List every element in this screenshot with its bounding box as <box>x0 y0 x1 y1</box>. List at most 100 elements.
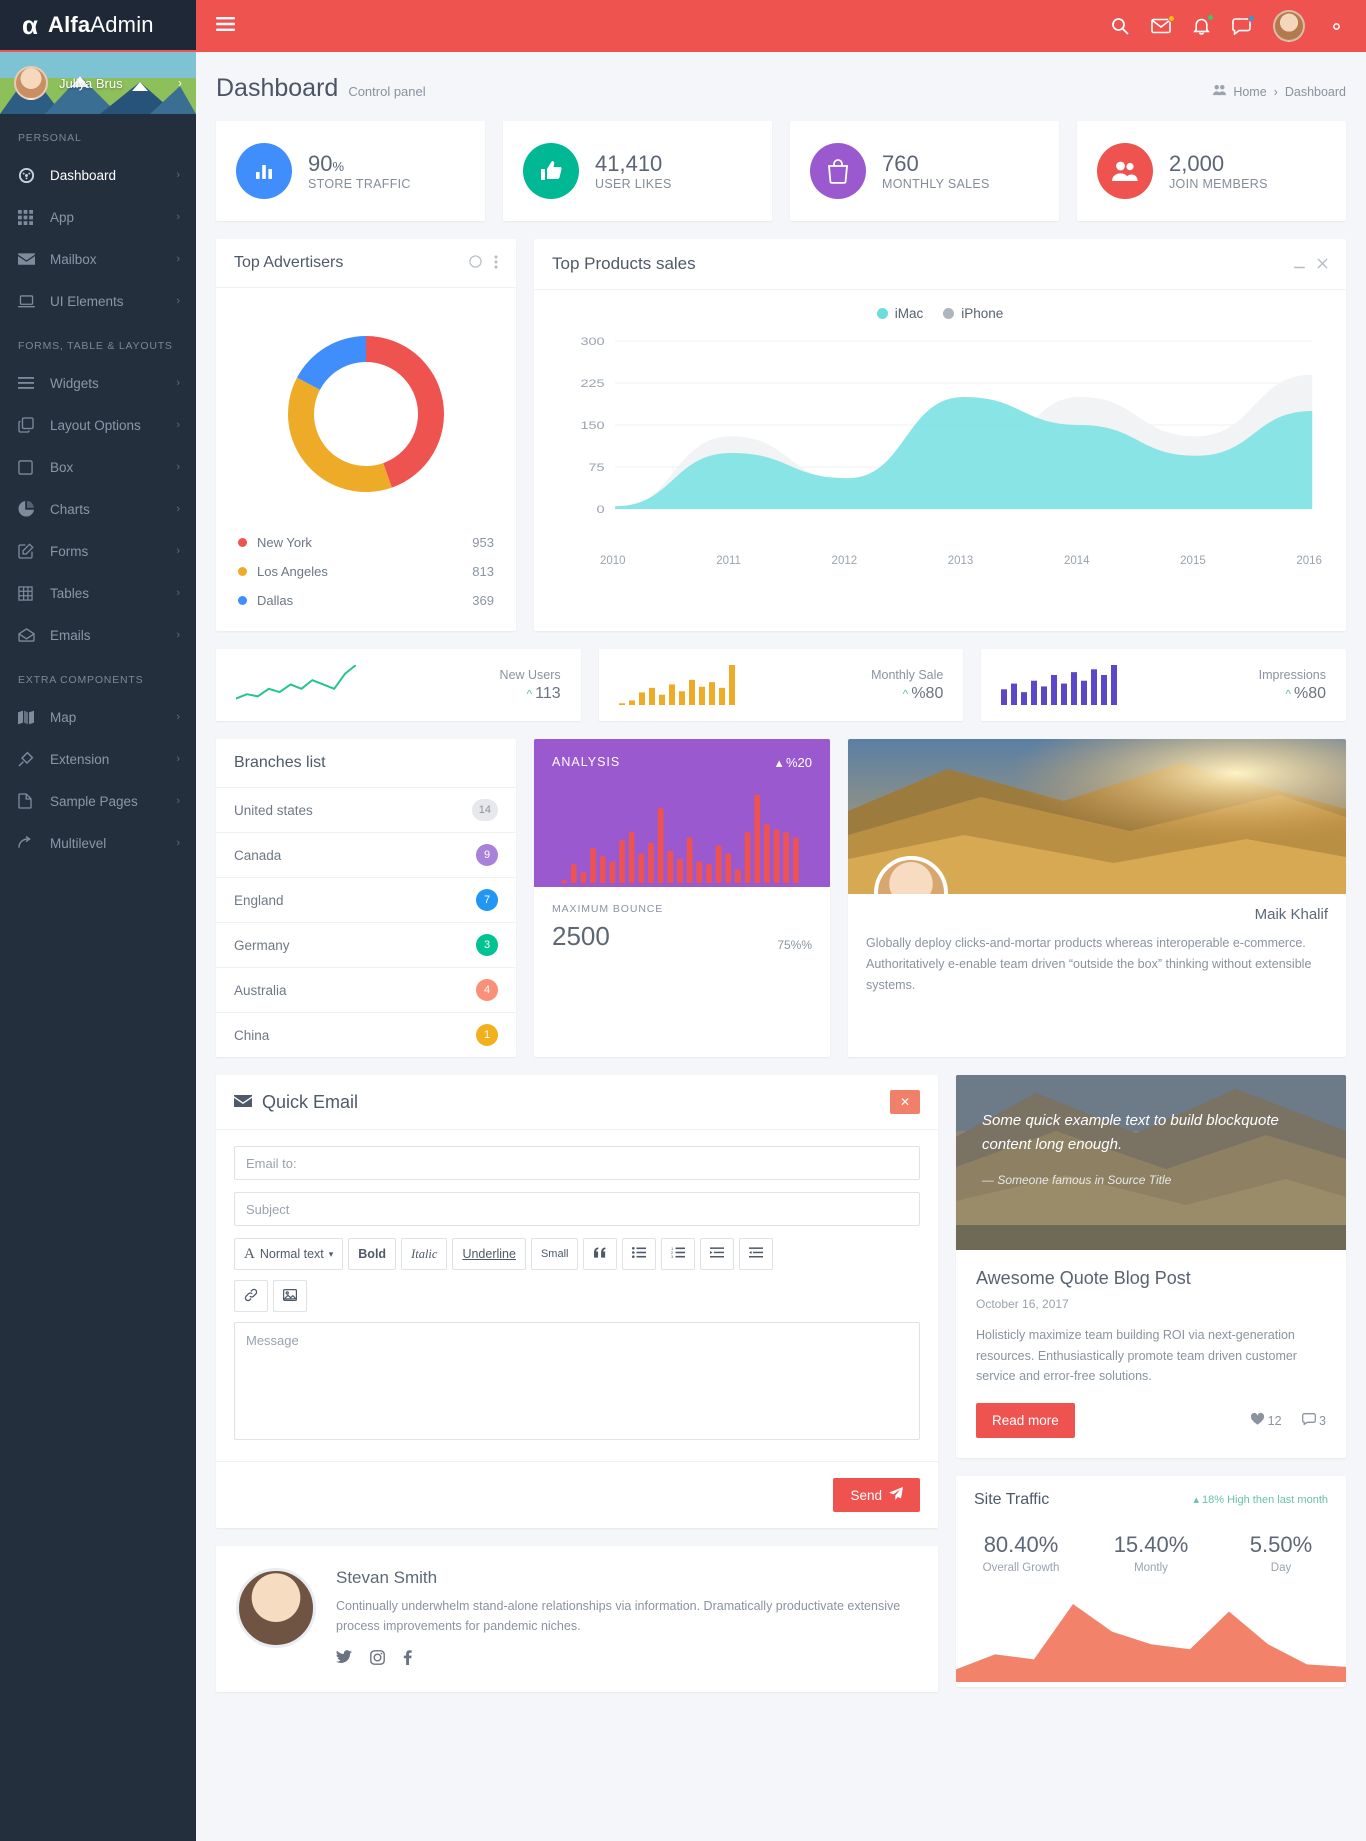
chevron-right-icon: › <box>176 629 180 641</box>
status-badge: 7 <box>476 889 498 911</box>
sidebar-item-tables[interactable]: Tables › <box>0 572 196 614</box>
subject-input[interactable] <box>234 1192 920 1226</box>
text-style-label: Normal text <box>259 1247 324 1261</box>
breadcrumb-home[interactable]: Home <box>1233 85 1266 99</box>
email-to-input[interactable] <box>234 1146 920 1180</box>
sidebar-item-label: Map <box>50 709 77 725</box>
stat-cards-row: 90% STORE TRAFFIC 41,410 USER LIKES 760 MONTH… <box>216 121 1346 221</box>
sidebar-item-mailbox[interactable]: Mailbox › <box>0 238 196 280</box>
unordered-list-button[interactable] <box>622 1238 657 1270</box>
indent-button[interactable] <box>700 1238 735 1270</box>
sidebar-item-widgets[interactable]: Widgets › <box>0 362 196 404</box>
sidebar-item-app[interactable]: App › <box>0 196 196 238</box>
brand-logo-area[interactable]: α AlfaAdmin <box>0 0 196 52</box>
sidebar-item-forms[interactable]: Forms › <box>0 530 196 572</box>
italic-button[interactable]: Italic <box>401 1238 448 1270</box>
branch-row[interactable]: England 7 <box>216 878 516 923</box>
branch-row[interactable]: Australia 4 <box>216 968 516 1013</box>
legend-item[interactable]: iMac <box>876 306 923 321</box>
sidebar-item-extension[interactable]: Extension › <box>0 738 196 780</box>
hero-photo <box>848 739 1346 894</box>
message-textarea[interactable] <box>234 1322 920 1440</box>
x-axis-tick: 2015 <box>1180 555 1206 567</box>
branch-row[interactable]: Germany 3 <box>216 923 516 968</box>
products-area-chart: 0 75 150 225 300 <box>580 335 1313 516</box>
comments-count: 3 <box>1319 1413 1326 1428</box>
instagram-icon[interactable] <box>370 1650 385 1670</box>
branch-row[interactable]: United states 14 <box>216 788 516 833</box>
quick-email-title: Quick Email <box>262 1091 359 1112</box>
page-header: Dashboard Control panel Home › Dashboard <box>216 52 1346 121</box>
bold-button[interactable]: Bold <box>348 1238 397 1270</box>
x-axis-tick: 2012 <box>831 555 858 567</box>
chat-icon[interactable] <box>1232 14 1255 35</box>
comments-stat[interactable]: 3 <box>1301 1412 1326 1428</box>
analysis-bar <box>677 859 683 883</box>
outdent-button[interactable] <box>739 1238 774 1270</box>
user-avatar[interactable] <box>1273 10 1305 42</box>
facebook-icon[interactable] <box>403 1650 412 1670</box>
topbar <box>196 0 1366 52</box>
analysis-card: ANALYSIS ▴ %20 MAXIMUM BOUNCE 2500 75%% <box>534 739 830 1057</box>
hamburger-icon[interactable] <box>216 15 235 37</box>
send-button[interactable]: Send <box>833 1478 920 1512</box>
top-products-sales-card: Top Products sales iMac iPhone 0 75 150 225 3… <box>534 239 1346 631</box>
minimize-icon[interactable] <box>1294 257 1305 272</box>
twitter-icon[interactable] <box>336 1650 352 1670</box>
sparkline-chart <box>1001 665 1118 705</box>
blog-date: October 16, 2017 <box>976 1297 1069 1311</box>
circle-icon[interactable] <box>469 255 482 271</box>
mail-icon[interactable] <box>1151 15 1175 34</box>
quote-icon <box>593 1247 607 1261</box>
gear-icon[interactable] <box>1327 17 1346 36</box>
chevron-right-icon: › <box>176 461 180 473</box>
sidebar-item-charts[interactable]: Charts › <box>0 488 196 530</box>
site-traffic-area-chart <box>956 1603 1346 1682</box>
comment-icon <box>1301 1412 1319 1428</box>
branch-row[interactable]: China 1 <box>216 1013 516 1057</box>
blockquote-button[interactable] <box>583 1238 618 1270</box>
sidebar-item-multilevel[interactable]: Multilevel › <box>0 822 196 864</box>
sidebar-item-sample-pages[interactable]: Sample Pages › <box>0 780 196 822</box>
legend-value: 369 <box>472 593 494 608</box>
stat-card: 760 MONTHLY SALES <box>790 121 1059 221</box>
analysis-bar <box>638 853 645 883</box>
breadcrumb-current: Dashboard <box>1284 84 1346 99</box>
blog-quote: Some quick example text to build blockqu… <box>982 1112 1279 1153</box>
y-axis-tick: 150 <box>580 419 604 432</box>
close-button[interactable]: ✕ <box>890 1090 920 1114</box>
kebab-menu-icon[interactable] <box>494 255 498 272</box>
sparkline-value: ^ %80 <box>871 685 944 703</box>
sparkline-widget: Impressions ^ %80 <box>981 649 1347 721</box>
laptop-icon <box>18 294 42 308</box>
underline-button[interactable]: Underline <box>452 1238 526 1270</box>
link-button[interactable] <box>234 1280 268 1312</box>
branch-row[interactable]: Canada 9 <box>216 833 516 878</box>
maximum-bounce-value: 2500 <box>552 921 610 951</box>
sidebar-item-label: Mailbox <box>50 251 97 267</box>
legend-item[interactable]: iPhone <box>943 306 1003 321</box>
image-button[interactable] <box>273 1280 307 1312</box>
close-icon[interactable] <box>1317 257 1328 272</box>
sidebar-item-ui-elements[interactable]: UI Elements › <box>0 280 196 322</box>
avatar <box>14 66 48 100</box>
bell-icon[interactable] <box>1193 14 1214 35</box>
text-style-dropdown[interactable]: A Normal text ▾ <box>234 1238 344 1270</box>
sidebar-item-dashboard[interactable]: Dashboard › <box>0 154 196 196</box>
card-header: Quick Email ✕ <box>216 1075 938 1130</box>
chevron-right-icon[interactable]: › <box>178 76 182 90</box>
sidebar-user-profile[interactable]: Juliya Brus › <box>0 52 196 114</box>
sidebar-item-emails[interactable]: Emails › <box>0 614 196 656</box>
analysis-bar <box>561 880 567 883</box>
legend-value: 953 <box>472 535 494 550</box>
ordered-list-button[interactable]: 123 <box>661 1238 696 1270</box>
small-text-button[interactable]: Small <box>530 1238 579 1270</box>
sidebar-item-layout-options[interactable]: Layout Options › <box>0 404 196 446</box>
legend-label: New York <box>257 535 312 550</box>
read-more-button[interactable]: Read more <box>976 1402 1075 1438</box>
search-icon[interactable] <box>1111 17 1129 35</box>
sidebar-item-box[interactable]: Box › <box>0 446 196 488</box>
area-chart-region: iMac iPhone 0 75 150 225 300 2010 2011 2012 2013… <box>534 290 1346 585</box>
likes-stat[interactable]: 12 <box>1251 1412 1282 1428</box>
sidebar-item-map[interactable]: Map › <box>0 696 196 738</box>
